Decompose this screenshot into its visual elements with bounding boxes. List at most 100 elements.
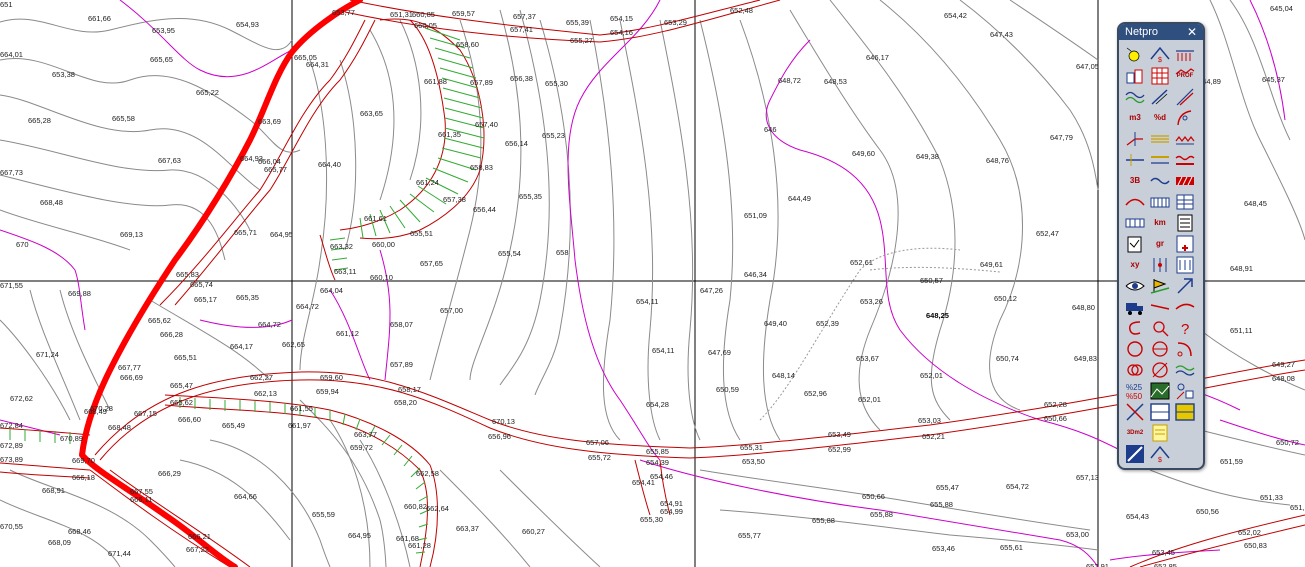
line-icon	[1126, 154, 1144, 166]
tool-slope-button[interactable]	[1149, 86, 1171, 108]
tool-flag-button[interactable]	[1149, 275, 1171, 297]
tool-3d-button[interactable]: 3B	[1124, 170, 1146, 192]
elevation-label: 657,06	[586, 438, 609, 447]
elevation-label: 661,12	[336, 329, 359, 338]
tool-lens-button[interactable]	[1149, 317, 1171, 339]
tool-line-button[interactable]	[1124, 149, 1146, 171]
tool-hatch-red-button[interactable]	[1174, 170, 1196, 192]
tool-calc-button[interactable]	[1174, 233, 1196, 255]
tool-table-button[interactable]	[1174, 191, 1196, 213]
tool-green-wave-button[interactable]	[1174, 359, 1196, 381]
topographic-map-canvas[interactable]: 661,66 653,95 654,93 653,38 665,22 665,28 665,…	[0, 0, 1305, 567]
tool-hook-button[interactable]	[1124, 317, 1146, 339]
tool-rings-button[interactable]	[1124, 359, 1146, 381]
elevation-label: 654,43	[1126, 512, 1149, 521]
tool-area-button[interactable]: 3Dm2	[1124, 422, 1146, 444]
tool-sun-button[interactable]	[1124, 44, 1146, 66]
flag-icon	[1150, 279, 1170, 294]
tool-notes-button[interactable]	[1149, 422, 1171, 444]
elevation-label: 647,43	[990, 30, 1013, 39]
elevation-label: 661,68	[396, 534, 419, 543]
tool-grid-button[interactable]	[1149, 65, 1171, 87]
green-wave-icon	[1175, 365, 1195, 376]
elevation-label: 650,59	[716, 385, 739, 394]
elevation-label: 658,17	[398, 385, 421, 394]
hook-icon	[1128, 321, 1141, 335]
tool-label: m3	[1129, 113, 1141, 122]
tool-diff-button[interactable]: %d	[1149, 107, 1171, 129]
tool-peak2-button[interactable]: $	[1149, 443, 1171, 465]
elevation-label: 655,59	[312, 510, 335, 519]
elevation-label: 655,88	[812, 516, 835, 525]
elevation-label: 652,28	[1044, 400, 1067, 409]
curve-icon	[1177, 110, 1192, 126]
tool-gr-button[interactable]: gr	[1149, 233, 1171, 255]
tool-arc-button[interactable]	[1124, 191, 1146, 213]
tool-rails-button[interactable]	[1149, 191, 1171, 213]
elevation-label: 665,35	[236, 293, 259, 302]
elevation-label: 666,28	[160, 330, 183, 339]
tool-fence-button[interactable]	[1174, 44, 1196, 66]
tool-curve-button[interactable]	[1174, 107, 1196, 129]
angle-icon	[1126, 132, 1143, 146]
select-icon	[1126, 445, 1144, 463]
tool-percent-button[interactable]: %25 %50	[1124, 380, 1146, 402]
close-icon[interactable]: ✕	[1185, 25, 1199, 39]
elevation-label: 651,09	[744, 211, 767, 220]
tool-target-button[interactable]	[1149, 338, 1171, 360]
elevation-label: 650,66	[1044, 414, 1067, 423]
tool-parallel-button[interactable]	[1149, 128, 1171, 150]
tool-cross-button[interactable]	[1124, 401, 1146, 423]
tool-wavy-line-button[interactable]	[1174, 149, 1196, 171]
tool-bend-button[interactable]	[1174, 338, 1196, 360]
tool-circle2-button[interactable]	[1149, 359, 1171, 381]
tool-eye-button[interactable]	[1124, 275, 1146, 297]
tool-truck-button[interactable]	[1124, 296, 1146, 318]
tool-list-button[interactable]	[1174, 212, 1196, 234]
elevation-label: 665,58	[112, 114, 135, 123]
svg-text:$: $	[1158, 457, 1162, 464]
tool-marker-button[interactable]	[1149, 254, 1171, 276]
circle2-icon	[1152, 362, 1168, 378]
tool-double-line-button[interactable]	[1149, 149, 1171, 171]
elevation-label: 648,76	[986, 156, 1009, 165]
tool-peak-s-button[interactable]: $	[1149, 44, 1171, 66]
tool-sheet-button[interactable]	[1124, 233, 1146, 255]
elevation-label: 654,16	[610, 28, 633, 37]
tool-angle-button[interactable]	[1124, 128, 1146, 150]
netpro-toolbar-titlebar[interactable]: Netpro ✕	[1119, 24, 1203, 40]
tool-circle-button[interactable]	[1124, 338, 1146, 360]
tool-pins-button[interactable]	[1174, 254, 1196, 276]
tool-zigzag-button[interactable]	[1174, 128, 1196, 150]
elevation-label: 657,37	[513, 12, 536, 21]
tool-profile-button[interactable]: PROF	[1174, 65, 1196, 87]
tool-pattern-button[interactable]	[1174, 380, 1196, 402]
tool-diagonal-button[interactable]	[1174, 86, 1196, 108]
rings-icon	[1127, 364, 1143, 376]
elevation-label: 664,01	[0, 50, 23, 59]
elevation-label: 653,50	[742, 457, 765, 466]
tool-frame-button[interactable]	[1149, 401, 1171, 423]
tool-road-button[interactable]	[1149, 296, 1171, 318]
tool-label: %d	[1154, 113, 1166, 122]
arrow-icon	[1177, 278, 1193, 294]
tool-wave-button[interactable]	[1124, 86, 1146, 108]
tool-xy-km-button[interactable]: xy	[1124, 254, 1146, 276]
elevation-label: 658,20	[394, 398, 417, 407]
tool-km-button[interactable]: km	[1149, 212, 1171, 234]
tool-cells-button[interactable]	[1124, 212, 1146, 234]
tool-image-button[interactable]	[1149, 380, 1171, 402]
tool-frame2-button[interactable]	[1174, 401, 1196, 423]
tool-select-button[interactable]	[1124, 443, 1146, 465]
tool-blank-button[interactable]	[1174, 422, 1196, 444]
tool-volume-button[interactable]: m3	[1124, 107, 1146, 129]
elevation-label: 657,38	[443, 195, 466, 204]
tool-question-button[interactable]: ?	[1174, 317, 1196, 339]
tool-arrow-button[interactable]	[1174, 275, 1196, 297]
tool-curve2-button[interactable]	[1174, 296, 1196, 318]
elevation-label: 660,00	[372, 240, 395, 249]
tool-tilde-button[interactable]	[1149, 170, 1171, 192]
tool-label: xy	[1130, 260, 1140, 269]
netpro-toolbar[interactable]: Netpro ✕ $ PROF m3 %d 3B km gr xy? %25 %50 3Dm2 $	[1117, 22, 1205, 470]
tool-buildings-button[interactable]	[1124, 65, 1146, 87]
